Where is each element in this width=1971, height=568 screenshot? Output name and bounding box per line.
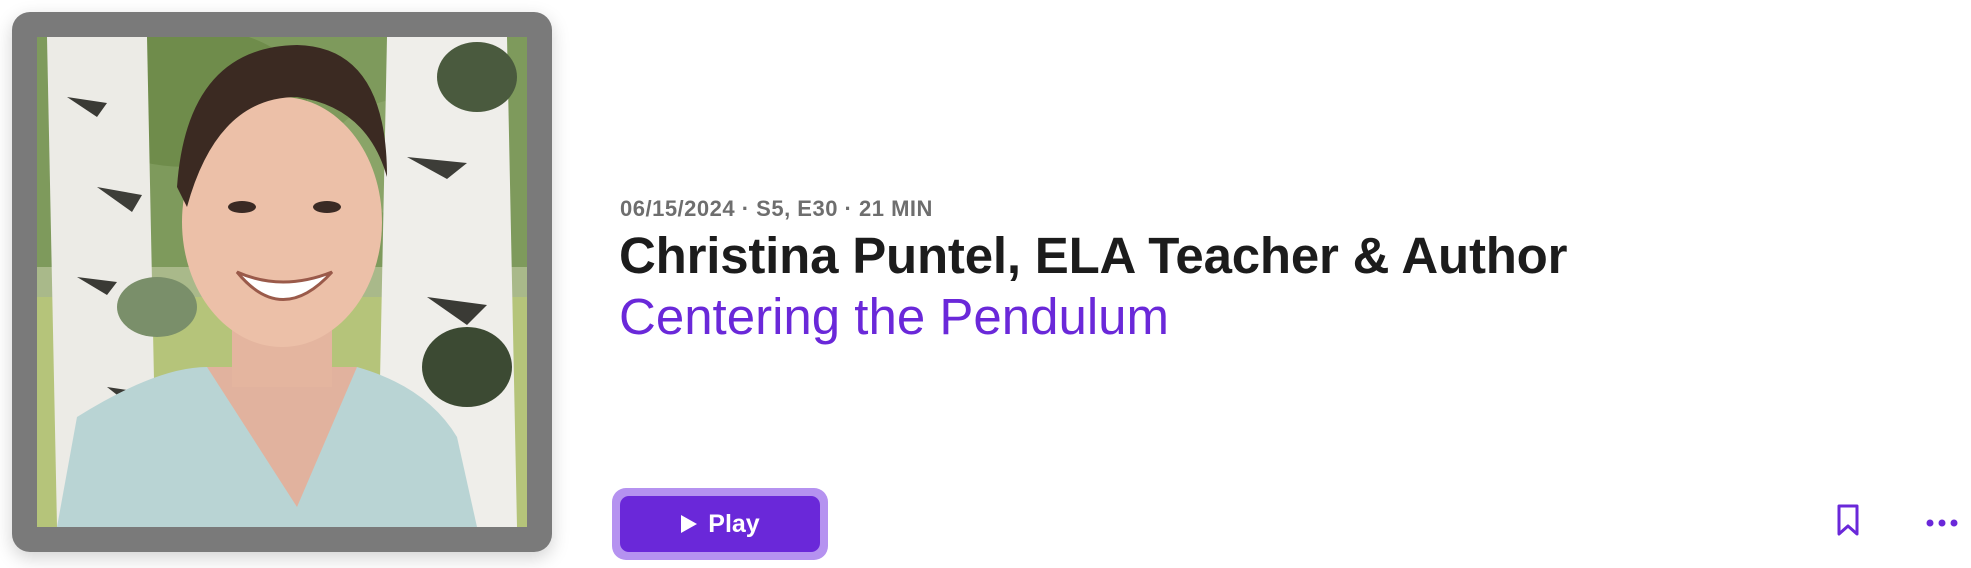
play-button-label: Play [708,509,760,538]
artwork-image [37,37,527,527]
play-icon [680,514,698,534]
play-button[interactable]: Play [620,496,820,552]
more-icon [1926,514,1958,532]
more-options-button[interactable] [1922,508,1962,538]
episode-meta: 06/15/2024 · S5, E30 · 21 MIN [620,196,933,221]
bookmark-icon [1837,504,1859,541]
episode-header: 06/15/2024 · S5, E30 · 21 MIN Christina … [0,0,1971,568]
show-name-link[interactable]: Centering the Pendulum [619,287,1169,346]
episode-artwork [12,12,552,552]
episode-title: Christina Puntel, ELA Teacher & Author [619,227,1568,284]
bookmark-button[interactable] [1830,502,1866,542]
